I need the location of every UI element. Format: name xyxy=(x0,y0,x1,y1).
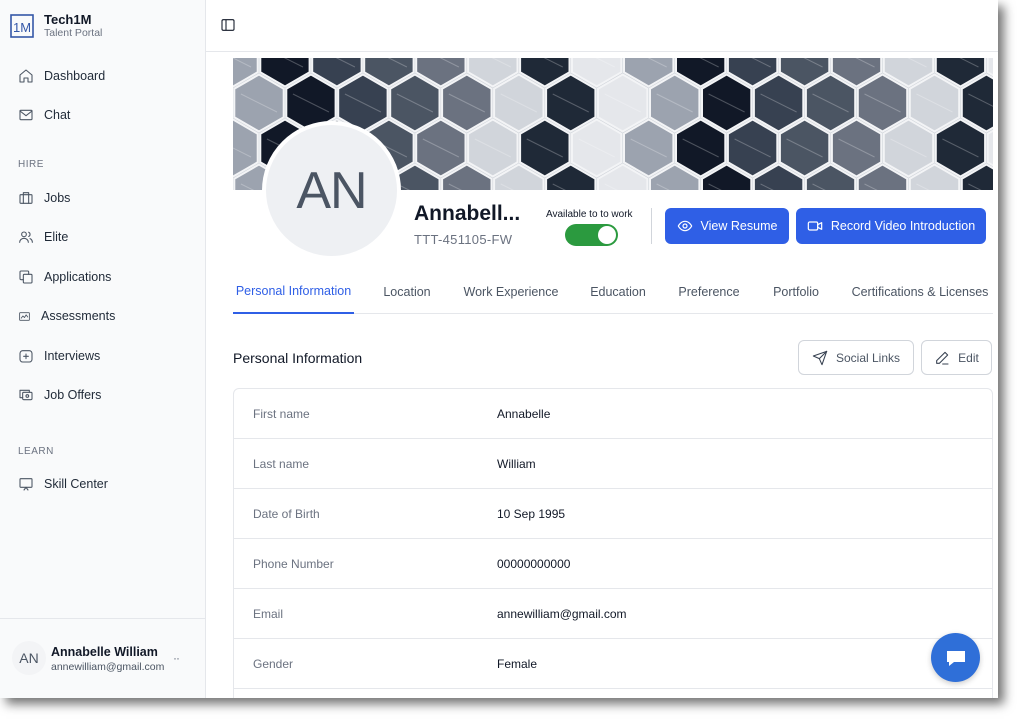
tab-education[interactable]: Education xyxy=(588,270,648,314)
section-title: Personal Information xyxy=(233,350,363,366)
tab-work-experience[interactable]: Work Experience xyxy=(463,270,559,314)
sidebar-item-label: Skill Center xyxy=(44,477,108,491)
users-icon xyxy=(19,231,33,243)
home-icon xyxy=(19,69,33,83)
field-label: Email xyxy=(253,607,284,621)
availability-label: Available to to work xyxy=(546,209,633,220)
sidebar-item-jobs[interactable]: Jobs xyxy=(18,187,70,209)
table-row: Last name William xyxy=(234,439,992,489)
brand[interactable]: 1M Tech1M Talent Portal xyxy=(10,12,102,40)
avatar: AN xyxy=(12,641,46,675)
svg-text:1M: 1M xyxy=(13,20,31,35)
sidebar-item-label: Job Offers xyxy=(44,388,102,402)
chat-bubble-icon xyxy=(946,650,965,666)
offer-icon xyxy=(19,389,33,401)
field-value: Annabelle xyxy=(497,407,551,421)
social-links-label: Social Links xyxy=(835,350,901,365)
profile-avatar: AN xyxy=(262,121,401,260)
chat-widget-button[interactable] xyxy=(931,633,980,682)
profile-name: Annabell... xyxy=(414,202,521,225)
sidebar-item-label: Assessments xyxy=(41,309,116,323)
sidebar-item-interviews[interactable]: Interviews xyxy=(18,345,100,367)
profile-id: TTT-451105-FW xyxy=(414,232,513,247)
table-row: Gender Female xyxy=(234,639,992,689)
field-value: William xyxy=(497,457,536,471)
tab-certifications-licenses[interactable]: Certifications & Licenses xyxy=(850,270,990,314)
record-video-button[interactable]: Record Video Introduction xyxy=(796,208,986,244)
field-value: 00000000000 xyxy=(497,557,571,571)
copy-icon xyxy=(19,270,33,284)
social-links-button[interactable]: Social Links xyxy=(798,340,914,375)
sidebar: 1M Tech1M Talent Portal Dashboard Chat H… xyxy=(0,0,206,698)
table-row: Email annewilliam@gmail.com xyxy=(234,589,992,639)
tab-location[interactable]: Location xyxy=(380,270,434,314)
sidebar-item-elite[interactable]: Elite xyxy=(18,226,68,248)
divider xyxy=(651,208,652,244)
edit-label: Edit xyxy=(958,350,979,365)
sidebar-toggle-button[interactable] xyxy=(220,17,236,33)
sidebar-item-dashboard[interactable]: Dashboard xyxy=(18,65,105,87)
top-bar xyxy=(206,0,998,52)
sidebar-item-label: Interviews xyxy=(44,349,101,363)
briefcase-icon xyxy=(19,192,33,204)
chart-icon xyxy=(19,311,30,321)
personal-info-table: First name Annabelle Last name William D… xyxy=(233,388,993,698)
field-label: Date of Birth xyxy=(253,507,320,521)
field-label: Last name xyxy=(253,457,310,471)
send-icon xyxy=(812,350,828,365)
sidebar-item-skill-center[interactable]: Skill Center xyxy=(18,473,108,495)
brand-title: Tech1M xyxy=(44,12,92,27)
sidebar-item-assessments[interactable]: Assessments xyxy=(18,305,115,327)
toggle-knob xyxy=(598,226,616,244)
sidebar-item-label: Applications xyxy=(44,270,112,284)
mail-icon xyxy=(19,109,33,121)
app-window: 1M Tech1M Talent Portal Dashboard Chat H… xyxy=(0,0,998,698)
section-label-learn: LEARN xyxy=(18,446,54,457)
record-video-label: Record Video Introduction xyxy=(830,219,976,233)
user-footer[interactable]: AN Annabelle William annewilliam@gmail.c… xyxy=(0,618,206,698)
video-camera-icon xyxy=(807,221,823,231)
eye-icon xyxy=(677,220,692,232)
field-label: Phone Number xyxy=(253,557,334,571)
profile-tabs: Personal Information Location Work Exper… xyxy=(233,270,993,314)
table-row: Phone Number 00000000000 xyxy=(234,539,992,589)
sidebar-item-label: Dashboard xyxy=(44,69,106,83)
sidebar-item-chat[interactable]: Chat xyxy=(18,104,70,126)
view-resume-button[interactable]: View Resume xyxy=(665,208,789,244)
availability-toggle[interactable] xyxy=(565,224,618,246)
field-value: 10 Sep 1995 xyxy=(497,507,566,521)
sidebar-toggle-icon xyxy=(221,19,235,31)
table-row: Date of Birth 10 Sep 1995 xyxy=(234,489,992,539)
user-name: Annabelle William xyxy=(51,645,158,659)
field-value: Female xyxy=(497,657,538,671)
more-options-icon[interactable]: ·· xyxy=(173,651,180,665)
pencil-icon xyxy=(936,351,949,365)
table-row: First name Annabelle xyxy=(234,389,992,439)
sidebar-item-applications[interactable]: Applications xyxy=(18,266,111,288)
brand-subtitle: Talent Portal xyxy=(44,27,103,39)
presentation-icon xyxy=(19,478,33,491)
calendar-plus-icon xyxy=(19,350,33,363)
field-label: First name xyxy=(253,407,310,421)
user-email: annewilliam@gmail.com xyxy=(51,661,165,673)
field-label: Gender xyxy=(253,657,294,671)
sidebar-item-label: Jobs xyxy=(44,191,71,205)
sidebar-item-label: Elite xyxy=(44,230,69,244)
tech1m-logo-icon: 1M xyxy=(10,14,34,38)
section-label-hire: HIRE xyxy=(18,159,44,170)
sidebar-item-job-offers[interactable]: Job Offers xyxy=(18,384,101,406)
tab-preference[interactable]: Preference xyxy=(677,270,741,314)
field-value: annewilliam@gmail.com xyxy=(497,607,627,621)
edit-button[interactable]: Edit xyxy=(921,340,992,375)
view-resume-label: View Resume xyxy=(700,219,778,233)
tab-portfolio[interactable]: Portfolio xyxy=(770,270,822,314)
tab-personal-information[interactable]: Personal Information xyxy=(233,270,354,314)
sidebar-item-label: Chat xyxy=(44,108,71,122)
